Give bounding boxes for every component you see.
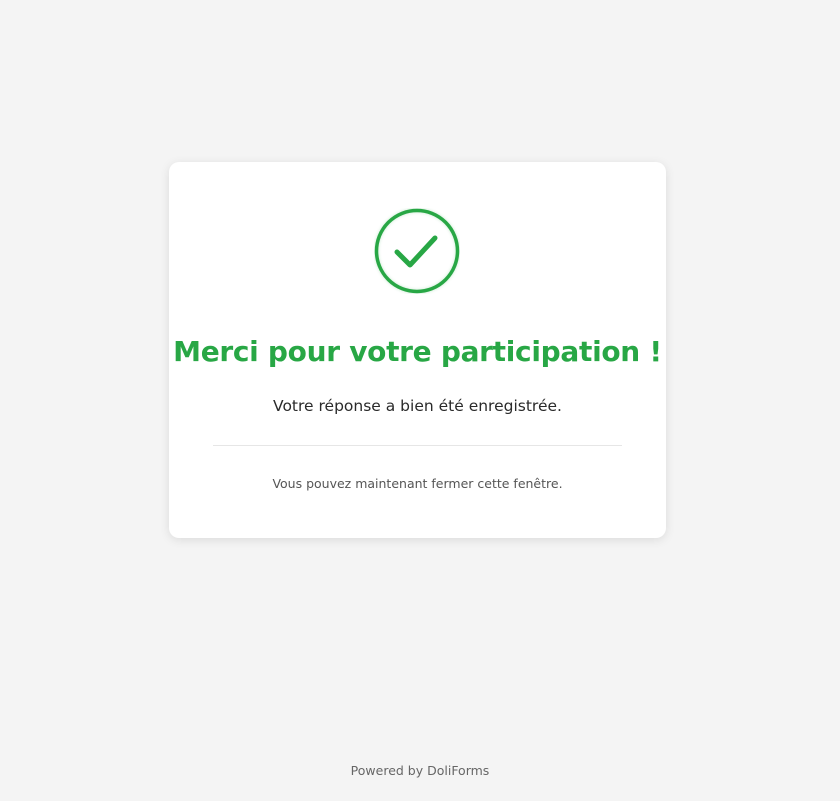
confirmation-card: Merci pour votre participation ! Votre r… xyxy=(169,162,666,538)
powered-by-footer: Powered by DoliForms xyxy=(350,763,490,778)
divider xyxy=(213,445,622,446)
confirmation-message: Votre réponse a bien été enregistrée. xyxy=(273,397,562,415)
confirmation-title: Merci pour votre participation ! xyxy=(173,335,662,368)
check-circle-icon xyxy=(374,208,460,294)
close-window-hint: Vous pouvez maintenant fermer cette fenê… xyxy=(272,476,563,491)
